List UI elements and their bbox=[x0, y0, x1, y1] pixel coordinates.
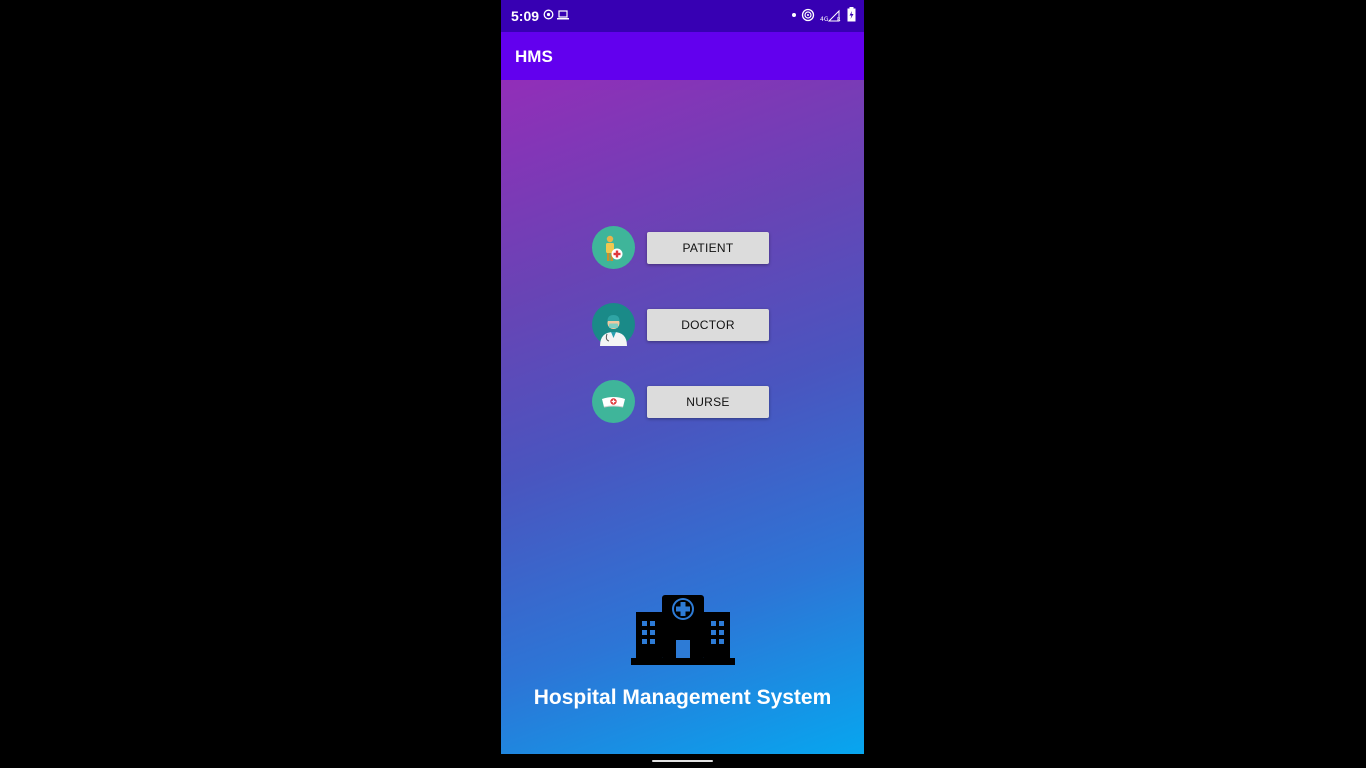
signal-icon: 4G R bbox=[820, 9, 841, 22]
main-content: PATIENT DOCTOR NURSE Hospital Management… bbox=[501, 80, 864, 754]
patient-button[interactable]: PATIENT bbox=[647, 231, 769, 264]
nurse-cap-icon bbox=[592, 380, 635, 423]
navigation-handle[interactable] bbox=[652, 760, 713, 762]
doctor-button[interactable]: DOCTOR bbox=[647, 308, 769, 341]
svg-text:4G: 4G bbox=[820, 16, 829, 22]
status-right-icons: 4G R bbox=[792, 7, 856, 22]
doctor-row: DOCTOR bbox=[592, 303, 769, 346]
status-time: 5:09 bbox=[511, 8, 540, 24]
app-title: HMS bbox=[515, 47, 553, 66]
patient-icon bbox=[592, 226, 635, 269]
nurse-button[interactable]: NURSE bbox=[647, 385, 769, 418]
phone-screen: 5:09 4G R HMS PATIENT DOCTOR NURSE Hospi… bbox=[501, 0, 864, 754]
laptop-icon bbox=[557, 9, 569, 19]
hotspot-icon bbox=[543, 9, 554, 20]
battery-charging-icon bbox=[847, 7, 856, 22]
nurse-row: NURSE bbox=[592, 380, 769, 423]
app-name-title: Hospital Management System bbox=[533, 686, 832, 709]
status-bar: 5:09 4G R bbox=[501, 0, 864, 32]
hospital-building-icon bbox=[631, 594, 735, 671]
status-left-icons bbox=[543, 9, 569, 20]
notification-dot-icon bbox=[792, 12, 796, 17]
svg-text:R: R bbox=[837, 17, 841, 22]
wifi-calling-icon bbox=[801, 8, 815, 21]
app-bar: HMS bbox=[501, 32, 864, 80]
patient-row: PATIENT bbox=[592, 226, 769, 269]
doctor-icon bbox=[592, 303, 635, 346]
